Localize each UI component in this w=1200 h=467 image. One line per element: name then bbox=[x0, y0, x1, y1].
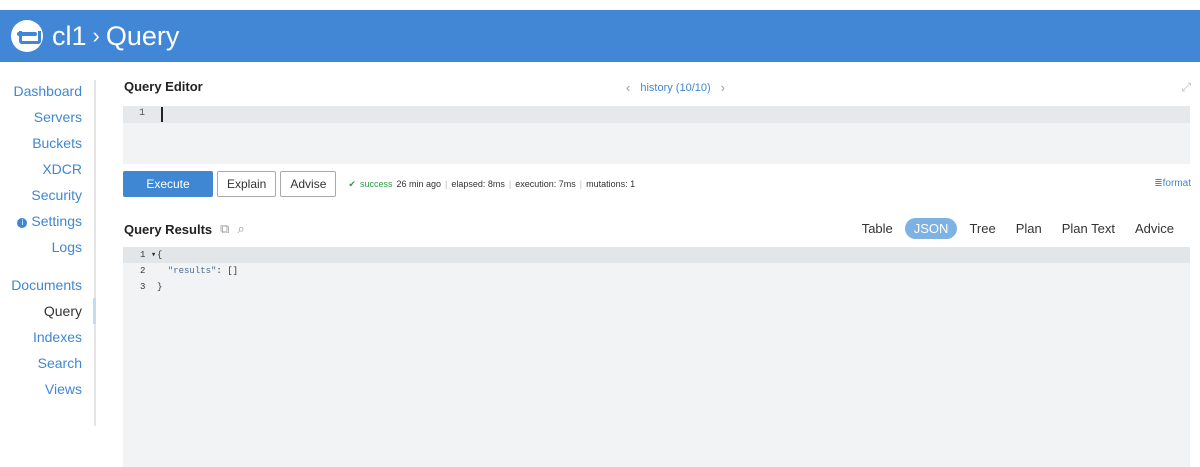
code-text: { bbox=[157, 250, 163, 260]
tab-table[interactable]: Table bbox=[854, 219, 901, 238]
sidebar-item-security[interactable]: Security bbox=[31, 187, 82, 203]
divider: | bbox=[508, 179, 512, 189]
results-title: Query Results bbox=[124, 221, 213, 237]
history-prev-icon[interactable]: ‹ bbox=[626, 80, 630, 95]
code-line: 1 ▾ { bbox=[123, 247, 1190, 263]
search-icon[interactable]: ⌕ bbox=[237, 221, 244, 237]
couchbase-logo-icon[interactable] bbox=[11, 20, 43, 52]
sidebar-item-label: Settings bbox=[31, 213, 82, 229]
sidebar-item-xdcr[interactable]: XDCR bbox=[42, 161, 82, 177]
tab-json[interactable]: JSON bbox=[904, 218, 958, 239]
active-indicator bbox=[93, 298, 96, 324]
page-title: Query bbox=[105, 20, 180, 51]
json-value: : [] bbox=[216, 266, 239, 276]
code-line: 2 "results": [] bbox=[123, 263, 1190, 279]
execute-button[interactable]: Execute bbox=[123, 171, 213, 197]
fold-icon[interactable]: ▾ bbox=[151, 250, 156, 260]
status-time: 26 min ago bbox=[396, 179, 441, 189]
tab-plan[interactable]: Plan bbox=[1008, 219, 1050, 238]
sidebar-item-documents[interactable]: Documents bbox=[11, 277, 82, 293]
format-icon: ≣ bbox=[1154, 178, 1163, 189]
status-elapsed: elapsed: 8ms bbox=[451, 179, 505, 189]
breadcrumb-cluster[interactable]: cl1 bbox=[52, 21, 87, 52]
editor-title: Query Editor bbox=[124, 79, 203, 94]
divider: | bbox=[579, 179, 583, 189]
sidebar-item-logs[interactable]: Logs bbox=[52, 239, 82, 255]
sidebar-item-search[interactable]: Search bbox=[38, 355, 82, 371]
query-status: ✔ success 26 min ago | elapsed: 8ms | ex… bbox=[348, 179, 635, 190]
check-icon: ✔ bbox=[348, 178, 356, 189]
sidebar-item-views[interactable]: Views bbox=[45, 381, 82, 397]
sidebar-item-query[interactable]: Query bbox=[44, 303, 82, 319]
sidebar-item-indexes[interactable]: Indexes bbox=[33, 329, 82, 345]
sidebar-item-servers[interactable]: Servers bbox=[34, 109, 82, 125]
line-number: 2 bbox=[140, 266, 146, 276]
sidebar-item-settings[interactable]: i Settings bbox=[17, 213, 82, 229]
format-button[interactable]: ≣format bbox=[1154, 178, 1191, 189]
status-mutations: mutations: 1 bbox=[586, 179, 636, 189]
text-cursor bbox=[161, 107, 163, 122]
tab-plan-text[interactable]: Plan Text bbox=[1054, 219, 1123, 238]
results-header: Query Results ⧉ ⌕ bbox=[124, 221, 245, 237]
code-text: } bbox=[157, 282, 163, 292]
code-text: "results": [] bbox=[157, 266, 238, 276]
app-header: cl1 › Query bbox=[0, 10, 1200, 62]
query-toolbar: Execute Explain Advise ✔ success 26 min … bbox=[123, 171, 1191, 197]
history-next-icon[interactable]: › bbox=[721, 80, 725, 95]
sidebar: Dashboard Servers Buckets XDCR Security … bbox=[0, 80, 96, 426]
format-label: format bbox=[1162, 178, 1191, 189]
copy-icon[interactable]: ⧉ bbox=[220, 221, 229, 237]
history-link[interactable]: history (10/10) bbox=[640, 82, 710, 94]
sidebar-item-dashboard[interactable]: Dashboard bbox=[14, 83, 83, 99]
explain-button[interactable]: Explain bbox=[217, 171, 277, 197]
code-line: 3 } bbox=[123, 279, 1190, 295]
line-number: 1 bbox=[139, 108, 146, 119]
line-number: 3 bbox=[140, 282, 146, 292]
line-number: 1 ▾ bbox=[140, 250, 157, 260]
info-icon: i bbox=[17, 218, 28, 228]
query-workbench: Query Editor ‹ history (10/10) › ⤢ 1 Exe… bbox=[123, 72, 1191, 467]
json-key: "results" bbox=[167, 266, 217, 276]
status-execution: execution: 7ms bbox=[515, 179, 576, 189]
history-nav: ‹ history (10/10) › bbox=[626, 80, 725, 95]
query-editor-input[interactable]: 1 bbox=[123, 106, 1190, 164]
expand-icon[interactable]: ⤢ bbox=[1181, 80, 1191, 95]
divider: | bbox=[444, 179, 448, 189]
advise-button[interactable]: Advise bbox=[280, 171, 337, 197]
tab-tree[interactable]: Tree bbox=[961, 219, 1003, 238]
result-tabs: Table JSON Tree Plan Plan Text Advice bbox=[850, 218, 1182, 239]
breadcrumb: cl1 › Query bbox=[52, 21, 179, 52]
tab-advice[interactable]: Advice bbox=[1127, 219, 1182, 238]
sidebar-item-buckets[interactable]: Buckets bbox=[32, 135, 82, 151]
active-line bbox=[123, 106, 1190, 123]
status-text: success bbox=[359, 179, 393, 189]
results-json-viewer[interactable]: 1 ▾ { 2 "results": [] 3 } bbox=[123, 247, 1190, 467]
breadcrumb-separator-icon: › bbox=[92, 23, 100, 48]
